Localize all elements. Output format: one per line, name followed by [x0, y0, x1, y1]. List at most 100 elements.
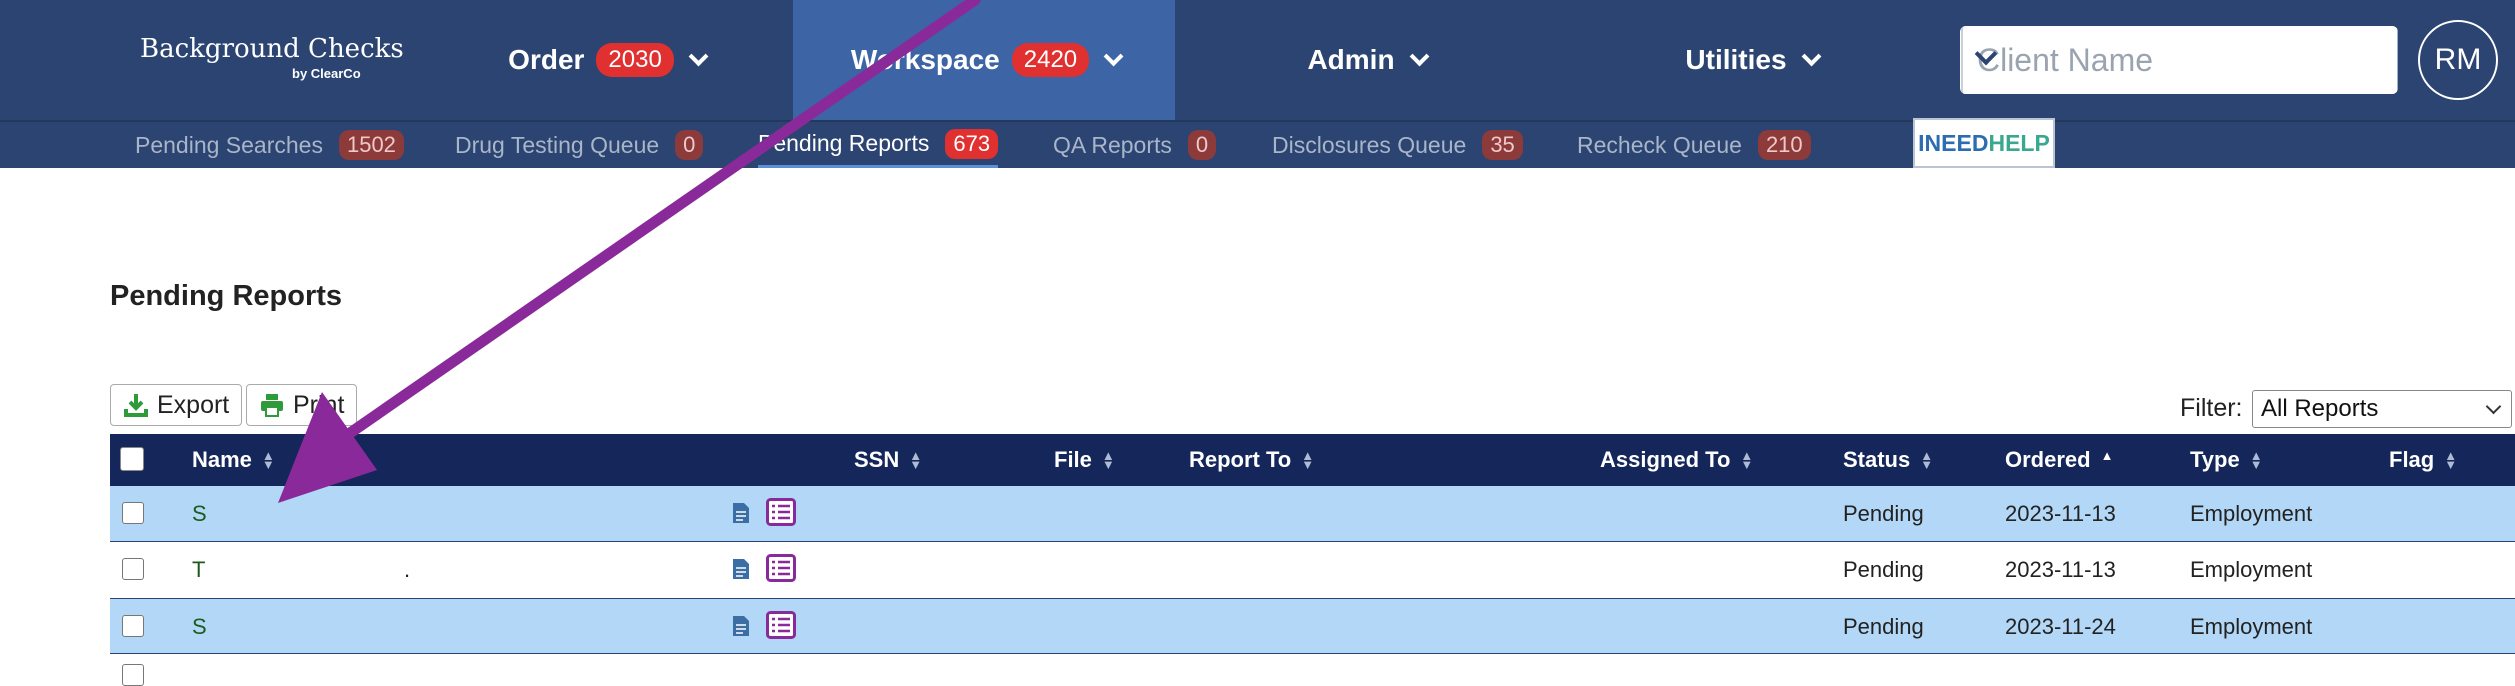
details-list-icon[interactable]	[766, 611, 796, 639]
chevron-down-icon	[2485, 398, 2502, 415]
sort-icon: ▲ ▼	[1740, 448, 1754, 472]
table-row[interactable]: S Pending 2023-11-13 Employment	[110, 486, 2515, 542]
sort-icon: ▲ ▼	[1101, 448, 1115, 472]
row-name[interactable]: T	[192, 542, 205, 598]
row-name[interactable]: S	[192, 599, 207, 655]
sort-icon: ▲ ▼	[1301, 448, 1315, 472]
sort-icon: ▲ ▼	[909, 448, 923, 472]
ineedhelp-button[interactable]: INEED HELP	[1913, 118, 2055, 168]
nav-workspace-badge: 2420	[1011, 43, 1090, 77]
details-list-icon[interactable]	[766, 498, 796, 526]
sort-icon: ▲ ▼	[1920, 448, 1934, 472]
header-assigned-to[interactable]: Assigned To ▲ ▼	[1600, 434, 1753, 486]
row-name-extra: .	[404, 557, 411, 582]
row-checkbox[interactable]	[122, 558, 144, 580]
row-status: Pending	[1843, 557, 1924, 582]
brand-name: Background Checks	[140, 34, 404, 64]
row-type: Employment	[2190, 557, 2313, 582]
brand-sub: by ClearCo	[292, 66, 361, 81]
user-avatar[interactable]: RM	[2418, 20, 2498, 100]
row-type: Employment	[2190, 501, 2313, 526]
subnav-badge: 0	[1187, 130, 1217, 160]
top-nav-bar: Background Checks by ClearCo Order 2030 …	[0, 0, 2515, 120]
subnav-pending-searches[interactable]: Pending Searches 1502	[135, 122, 404, 168]
header-flag[interactable]: Flag ▲ ▼	[2389, 434, 2457, 486]
nav-utilities-label: Utilities	[1685, 44, 1787, 75]
sort-asc-icon: ▲▼	[2100, 448, 2114, 463]
subnav-disclosures-queue[interactable]: Disclosures Queue 35	[1272, 122, 1523, 168]
nav-utilities[interactable]: Utilities	[1620, 0, 1880, 120]
chevron-down-icon	[688, 46, 709, 67]
subnav-badge: 673	[945, 128, 999, 159]
header-report-to[interactable]: Report To ▲ ▼	[1189, 434, 1314, 486]
subnav-qa-reports[interactable]: QA Reports 0	[1053, 122, 1217, 168]
row-status: Pending	[1843, 501, 1924, 526]
subnav-badge: 1502	[338, 130, 404, 160]
header-ordered[interactable]: Ordered▲▼	[2005, 434, 2113, 486]
nav-admin-label: Admin	[1307, 44, 1395, 75]
row-checkbox[interactable]	[122, 502, 144, 524]
header-name[interactable]: Name ▲ ▼	[192, 434, 275, 486]
nav-order-badge: 2030	[596, 43, 674, 77]
search-button[interactable]	[2396, 26, 2398, 94]
filter-value: All Reports	[2261, 395, 2379, 422]
sort-icon: ▲ ▼	[261, 448, 275, 472]
chevron-down-icon	[1409, 46, 1429, 67]
row-ordered: 2023-11-13	[2005, 501, 2116, 526]
client-name-input[interactable]	[1962, 26, 2397, 94]
subnav-label: Recheck Queue	[1577, 131, 1742, 158]
client-search	[1960, 26, 2398, 94]
document-icon[interactable]	[732, 558, 750, 580]
row-status: Pending	[1843, 614, 1924, 639]
subnav-badge: 35	[1482, 130, 1523, 160]
brand-logo[interactable]: Background Checks by ClearCo	[140, 34, 404, 81]
subnav-badge: 210	[1757, 130, 1811, 160]
export-label: Export	[157, 390, 230, 419]
nav-admin[interactable]: Admin	[1250, 0, 1480, 120]
subnav-label: Disclosures Queue	[1272, 131, 1467, 158]
page-title: Pending Reports	[110, 280, 343, 312]
chevron-down-icon	[1801, 46, 1821, 67]
header-status[interactable]: Status ▲ ▼	[1843, 434, 1933, 486]
nav-order[interactable]: Order 2030	[470, 0, 740, 120]
table-header: Name ▲ ▼ SSN ▲ ▼ File ▲ ▼ Report To ▲ ▼ Assigned…	[110, 434, 2515, 486]
search-scope-dropdown[interactable]	[1960, 26, 1998, 94]
table-row[interactable]: T . Pending 2023-11-13 Employment	[110, 542, 2515, 598]
subnav-label: Pending Searches	[135, 131, 323, 158]
nav-order-label: Order	[508, 44, 585, 75]
nav-workspace[interactable]: Workspace 2420	[793, 0, 1175, 120]
subnav-drug-testing-queue[interactable]: Drug Testing Queue 0	[455, 122, 704, 168]
header-type[interactable]: Type ▲ ▼	[2190, 434, 2263, 486]
table-row[interactable]: S Pending 2023-11-24 Employment	[110, 598, 2515, 654]
help-text-b: HELP	[1988, 129, 2050, 156]
filter-select[interactable]: All Reports	[2252, 390, 2512, 428]
header-ssn[interactable]: SSN ▲ ▼	[854, 434, 922, 486]
subnav-recheck-queue[interactable]: Recheck Queue 210	[1577, 122, 1811, 168]
sub-nav-bar: Pending Searches 1502 Drug Testing Queue…	[0, 120, 2515, 168]
row-name[interactable]: S	[192, 486, 207, 542]
nav-workspace-label: Workspace	[850, 44, 1000, 75]
row-checkbox[interactable]	[122, 664, 144, 686]
row-ordered: 2023-11-24	[2005, 614, 2116, 639]
sort-icon: ▲ ▼	[2444, 448, 2458, 472]
subnav-badge: 0	[675, 130, 704, 160]
subnav-label: Drug Testing Queue	[455, 131, 660, 158]
filter-label: Filter:	[2180, 394, 2243, 422]
print-button[interactable]: Print	[246, 384, 358, 426]
print-label: Print	[293, 390, 345, 419]
details-list-icon[interactable]	[766, 554, 796, 582]
subnav-label: QA Reports	[1053, 131, 1172, 158]
document-icon[interactable]	[732, 615, 750, 637]
sort-icon: ▲ ▼	[2249, 448, 2263, 472]
export-button[interactable]: Export	[110, 384, 243, 426]
download-icon	[124, 394, 148, 417]
subnav-pending-reports[interactable]: Pending Reports 673	[758, 122, 999, 168]
select-all-checkbox[interactable]	[120, 447, 144, 471]
row-checkbox[interactable]	[122, 615, 144, 637]
printer-icon	[261, 394, 283, 417]
help-text-a: INEED	[1918, 129, 1989, 156]
document-icon[interactable]	[732, 502, 750, 524]
header-file[interactable]: File ▲ ▼	[1054, 434, 1115, 486]
table-row[interactable]	[110, 654, 2515, 686]
row-type: Employment	[2190, 614, 2313, 639]
